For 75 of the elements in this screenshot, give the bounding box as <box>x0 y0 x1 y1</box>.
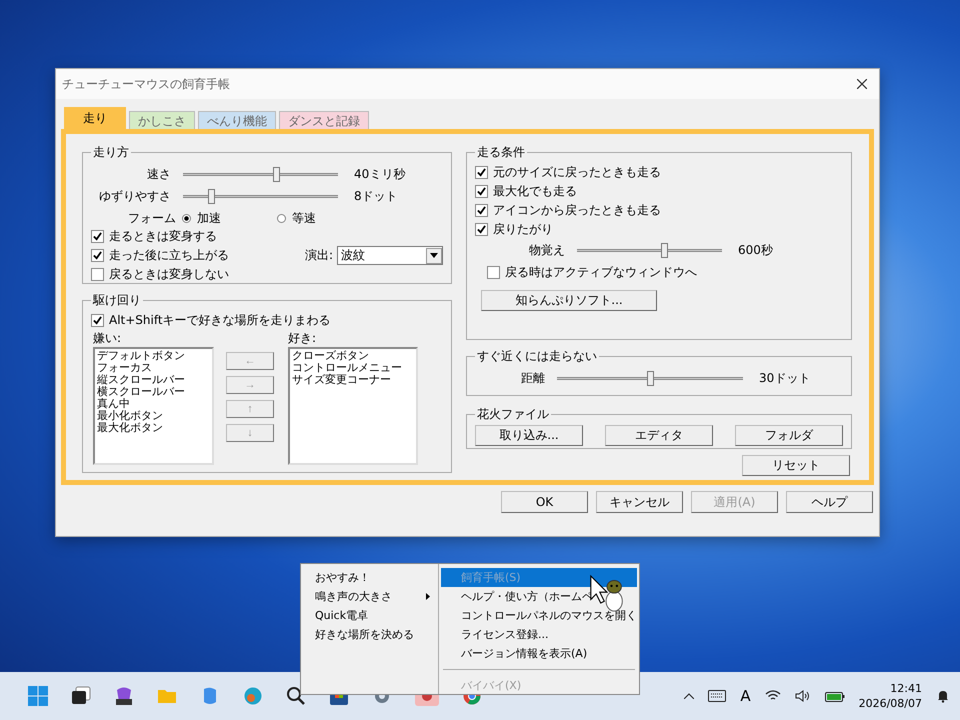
checkbox[interactable]: 走った後に立ち上がる <box>91 246 229 265</box>
window-title: チューチューマウスの飼育手帳 <box>62 76 230 92</box>
task-view-icon[interactable] <box>71 686 91 706</box>
check-icon <box>93 232 102 241</box>
menu-item[interactable]: ライセンス登録... <box>441 625 637 644</box>
start-icon[interactable] <box>28 686 48 706</box>
list-label: 好き: <box>288 330 318 347</box>
group-title: すぐ近くには走らない <box>476 348 598 365</box>
speaker-icon[interactable] <box>794 690 811 702</box>
menu-item[interactable]: コントロールパネルのマウスを開く <box>441 606 637 625</box>
menu-item[interactable]: バージョン情報を表示(A) <box>441 644 637 663</box>
app-icon[interactable] <box>114 686 134 706</box>
reset-button[interactable]: リセット <box>742 455 850 476</box>
group-title: 駆け回り <box>92 292 142 309</box>
slider-label: 速さ <box>146 166 172 182</box>
dialog-button[interactable]: キャンセル <box>596 491 683 513</box>
list-label: 嫌い: <box>93 330 122 347</box>
clock-date[interactable]: 2026/08/07 <box>858 696 922 711</box>
checkbox[interactable]: アイコンから戻ったときも走る <box>475 201 843 220</box>
radio-option[interactable]: 等速 <box>277 210 372 226</box>
close-icon[interactable] <box>857 79 867 89</box>
form-label: フォーム <box>127 210 177 226</box>
listbox[interactable]: デフォルトボタン フォーカス 縦スクロールバー 横スクロールバー 真ん中 最小化ボタン 最大化ボタン <box>93 347 214 465</box>
network-icon[interactable] <box>764 690 781 702</box>
listbox[interactable]: クローズボタン コントロールメニュー サイズ変更コーナー <box>288 347 418 465</box>
tab[interactable]: かしこさ <box>129 111 195 129</box>
checkbox[interactable]: Alt+Shiftキーで好きな場所を走りまわる <box>91 311 443 330</box>
slider-value: 40ミリ秒 <box>354 166 406 182</box>
chevron-up-icon[interactable] <box>684 693 694 699</box>
slider-value: 600秒 <box>738 242 773 258</box>
check-icon <box>477 187 486 196</box>
check-icon <box>93 316 102 325</box>
slider-label: ゆずりやすさ <box>98 188 172 204</box>
slider-label: 距離 <box>520 370 546 386</box>
bell-icon[interactable] <box>936 689 950 703</box>
battery-icon[interactable] <box>824 690 845 702</box>
effect-dropdown[interactable]: 波紋 <box>337 246 443 265</box>
tab[interactable]: ダンスと記録 <box>279 111 369 129</box>
checkbox[interactable]: 元のサイズに戻ったときも走る <box>475 163 843 182</box>
checkbox[interactable]: 走るときは変身する <box>91 227 229 246</box>
group-title: 走る条件 <box>476 144 526 161</box>
menu-item[interactable]: 好きな場所を決める <box>301 625 438 644</box>
checkbox[interactable]: 戻りたがり <box>475 220 843 239</box>
keyboard-icon[interactable] <box>708 690 726 702</box>
dialog-button[interactable]: OK <box>501 491 588 513</box>
group-title: 走り方 <box>92 144 130 161</box>
fireworks-button[interactable]: 取り込み... <box>475 425 583 446</box>
check-icon <box>477 225 486 234</box>
clock-time[interactable]: 12:41 <box>890 681 922 696</box>
check-icon <box>477 206 486 215</box>
ime-indicator[interactable]: A <box>740 687 751 705</box>
dropdown-arrow-icon <box>430 253 438 258</box>
menu-item[interactable]: おやすみ！ <box>301 568 438 587</box>
ignore-software-button[interactable]: 知らんぷりソフト... <box>481 290 657 311</box>
effect-label: 演出: <box>304 247 333 264</box>
checkbox[interactable]: 戻るときは変身しない <box>91 265 229 284</box>
checkbox[interactable]: 最大化でも走る <box>475 182 843 201</box>
check-icon <box>477 168 486 177</box>
submenu-arrow-icon <box>426 593 430 600</box>
fireworks-button[interactable]: フォルダ <box>735 425 843 446</box>
slider-value: 8ドット <box>354 188 398 204</box>
tab[interactable]: べんり機能 <box>198 111 276 129</box>
slider-label: 物覚え <box>528 242 566 258</box>
slider-value: 30ドット <box>759 370 810 386</box>
tab[interactable]: 走り <box>64 107 126 129</box>
menu-item[interactable]: Quick電卓 <box>301 606 438 625</box>
fireworks-button[interactable]: エディタ <box>605 425 713 446</box>
menu-item[interactable]: 鳴き声の大きさ <box>301 587 438 606</box>
browser-icon[interactable] <box>243 686 263 706</box>
radio-option[interactable]: 加速 <box>182 210 277 226</box>
check-icon <box>93 251 102 260</box>
checkbox[interactable]: 戻る時はアクティブなウィンドウへ <box>487 263 843 282</box>
group-title: 花火ファイル <box>476 406 550 423</box>
search-icon[interactable] <box>286 686 306 706</box>
dialog-button[interactable]: ヘルプ <box>786 491 873 513</box>
